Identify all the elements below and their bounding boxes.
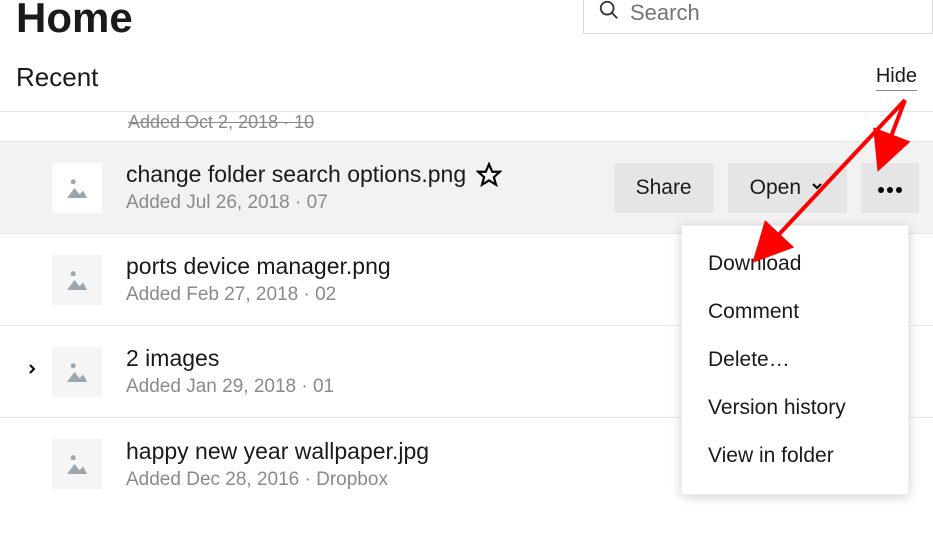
search-box[interactable]	[583, 0, 933, 34]
image-icon	[52, 163, 102, 213]
chevron-down-icon	[809, 176, 825, 200]
cutoff-row: Added Oct 2, 2018 · 10	[0, 112, 933, 142]
chevron-right-icon	[24, 361, 40, 382]
menu-item-comment[interactable]: Comment	[682, 288, 908, 336]
more-button[interactable]	[861, 163, 919, 213]
menu-item-view-in-folder[interactable]: View in folder	[682, 432, 908, 480]
image-icon	[52, 347, 102, 397]
star-icon[interactable]	[476, 162, 502, 188]
image-icon	[52, 439, 102, 489]
list-item[interactable]: change folder search options.png Added J…	[0, 142, 933, 234]
open-button[interactable]: Open	[728, 163, 847, 213]
share-button[interactable]: Share	[614, 163, 714, 213]
page-title: Home	[16, 0, 133, 42]
image-icon	[52, 255, 102, 305]
hide-link[interactable]: Hide	[876, 65, 917, 91]
file-name: change folder search options.png	[126, 161, 466, 188]
expand-toggle[interactable]	[18, 361, 46, 382]
search-icon	[598, 0, 620, 26]
more-icon	[877, 176, 903, 200]
menu-item-version-history[interactable]: Version history	[682, 384, 908, 432]
context-menu: Download Comment Delete… Version history…	[681, 225, 909, 495]
section-title: Recent	[16, 62, 98, 93]
menu-item-delete[interactable]: Delete…	[682, 336, 908, 384]
file-sub: Added Jul 26, 2018 · 07	[126, 192, 614, 214]
search-input[interactable]	[630, 0, 918, 26]
menu-item-download[interactable]: Download	[682, 240, 908, 288]
